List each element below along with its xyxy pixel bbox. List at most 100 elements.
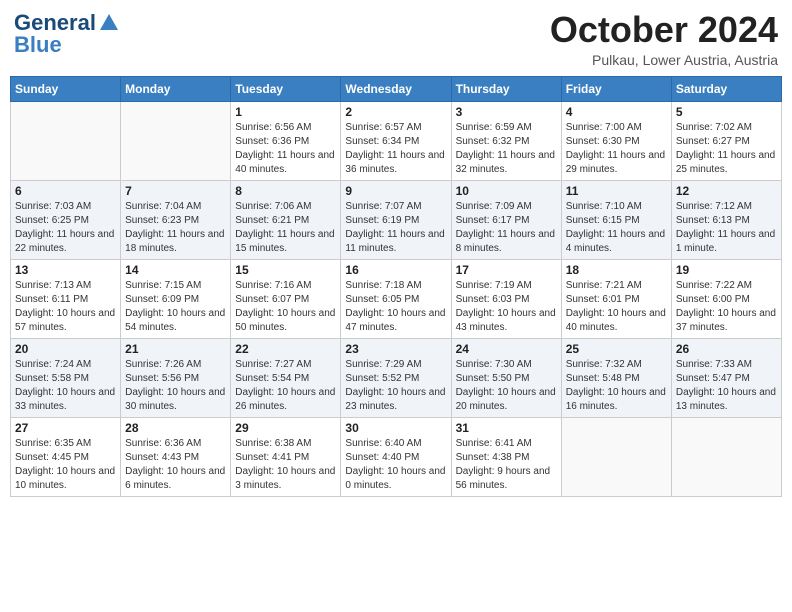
day-info: Sunrise: 6:41 AMSunset: 4:38 PMDaylight:… xyxy=(456,437,557,493)
day-number: 14 xyxy=(125,263,226,277)
day-number: 28 xyxy=(125,421,226,435)
day-info: Sunrise: 7:33 AMSunset: 5:47 PMDaylight:… xyxy=(676,358,777,414)
day-number: 31 xyxy=(456,421,557,435)
calendar-day-cell: 20 Sunrise: 7:24 AMSunset: 5:58 PMDayligh… xyxy=(11,338,121,417)
calendar-day-cell: 23Sunrise: 7:29 AMSunset: 5:52 PMDayligh… xyxy=(341,338,451,417)
calendar-day-cell: 27 Sunrise: 6:35 AMSunset: 4:45 PMDayligh… xyxy=(11,417,121,496)
weekday-header: Tuesday xyxy=(231,76,341,101)
calendar-day-cell: 21Sunrise: 7:26 AMSunset: 5:56 PMDayligh… xyxy=(121,338,231,417)
day-info: Sunrise: 7:15 AMSunset: 6:09 PMDaylight:… xyxy=(125,279,226,335)
day-info: Sunrise: 7:00 AMSunset: 6:30 PMDaylight:… xyxy=(566,121,667,177)
calendar-day-cell: 7 Sunrise: 7:04 AMSunset: 6:23 PMDaylight… xyxy=(121,180,231,259)
day-number: 27 xyxy=(15,421,116,435)
day-info: Sunrise: 7:30 AMSunset: 5:50 PMDaylight:… xyxy=(456,358,557,414)
calendar-day-cell: 31 Sunrise: 6:41 AMSunset: 4:38 PMDayligh… xyxy=(451,417,561,496)
weekday-header: Monday xyxy=(121,76,231,101)
day-info: Sunrise: 7:07 AMSunset: 6:19 PMDaylight:… xyxy=(345,200,446,256)
day-number: 30 xyxy=(345,421,446,435)
day-info: Sunrise: 7:02 AMSunset: 6:27 PMDaylight:… xyxy=(676,121,777,177)
day-info: Sunrise: 7:09 AMSunset: 6:17 PMDaylight:… xyxy=(456,200,557,256)
day-info: Sunrise: 6:35 AMSunset: 4:45 PMDaylight:… xyxy=(15,437,116,493)
day-info: Sunrise: 7:21 AMSunset: 6:01 PMDaylight:… xyxy=(566,279,667,335)
day-info: Sunrise: 6:57 AMSunset: 6:34 PMDaylight:… xyxy=(345,121,446,177)
calendar-week-row: 27 Sunrise: 6:35 AMSunset: 4:45 PMDayligh… xyxy=(11,417,782,496)
calendar-day-cell: 8Sunrise: 7:06 AMSunset: 6:21 PMDaylight… xyxy=(231,180,341,259)
calendar-day-cell: 17Sunrise: 7:19 AMSunset: 6:03 PMDayligh… xyxy=(451,259,561,338)
day-number: 7 xyxy=(125,184,226,198)
calendar-day-cell: 3 Sunrise: 6:59 AMSunset: 6:32 PMDaylight… xyxy=(451,101,561,180)
calendar-week-row: 13 Sunrise: 7:13 AMSunset: 6:11 PMDayligh… xyxy=(11,259,782,338)
day-number: 20 xyxy=(15,342,116,356)
weekday-header: Saturday xyxy=(671,76,781,101)
day-number: 10 xyxy=(456,184,557,198)
day-info: Sunrise: 7:04 AMSunset: 6:23 PMDaylight:… xyxy=(125,200,226,256)
calendar-day-cell: 28 Sunrise: 6:36 AMSunset: 4:43 PMDayligh… xyxy=(121,417,231,496)
day-info: Sunrise: 6:38 AMSunset: 4:41 PMDaylight:… xyxy=(235,437,336,493)
day-info: Sunrise: 6:40 AMSunset: 4:40 PMDaylight:… xyxy=(345,437,446,493)
logo: General Blue xyxy=(14,10,120,58)
day-info: Sunrise: 7:10 AMSunset: 6:15 PMDaylight:… xyxy=(566,200,667,256)
calendar-day-cell xyxy=(121,101,231,180)
calendar-table: SundayMondayTuesdayWednesdayThursdayFrid… xyxy=(10,76,782,497)
calendar-day-cell xyxy=(561,417,671,496)
logo-icon xyxy=(98,12,120,34)
day-info: Sunrise: 6:36 AMSunset: 4:43 PMDaylight:… xyxy=(125,437,226,493)
location-subtitle: Pulkau, Lower Austria, Austria xyxy=(550,52,778,68)
calendar-day-cell: 12 Sunrise: 7:12 AMSunset: 6:13 PMDayligh… xyxy=(671,180,781,259)
day-info: Sunrise: 7:18 AMSunset: 6:05 PMDaylight:… xyxy=(345,279,446,335)
day-info: Sunrise: 6:56 AMSunset: 6:36 PMDaylight:… xyxy=(235,121,336,177)
calendar-day-cell: 13 Sunrise: 7:13 AMSunset: 6:11 PMDayligh… xyxy=(11,259,121,338)
calendar-day-cell: 1Sunrise: 6:56 AMSunset: 6:36 PMDaylight… xyxy=(231,101,341,180)
day-number: 24 xyxy=(456,342,557,356)
day-number: 16 xyxy=(345,263,446,277)
day-info: Sunrise: 7:27 AMSunset: 5:54 PMDaylight:… xyxy=(235,358,336,414)
day-number: 12 xyxy=(676,184,777,198)
day-number: 26 xyxy=(676,342,777,356)
calendar-day-cell xyxy=(671,417,781,496)
weekday-header: Sunday xyxy=(11,76,121,101)
day-info: Sunrise: 7:03 AMSunset: 6:25 PMDaylight:… xyxy=(15,200,116,256)
weekday-header: Wednesday xyxy=(341,76,451,101)
calendar-day-cell: 6Sunrise: 7:03 AMSunset: 6:25 PMDaylight… xyxy=(11,180,121,259)
day-number: 18 xyxy=(566,263,667,277)
day-info: Sunrise: 6:59 AMSunset: 6:32 PMDaylight:… xyxy=(456,121,557,177)
day-number: 11 xyxy=(566,184,667,198)
calendar-day-cell: 15Sunrise: 7:16 AMSunset: 6:07 PMDayligh… xyxy=(231,259,341,338)
calendar-day-cell: 16 Sunrise: 7:18 AMSunset: 6:05 PMDayligh… xyxy=(341,259,451,338)
calendar-day-cell: 9 Sunrise: 7:07 AMSunset: 6:19 PMDaylight… xyxy=(341,180,451,259)
day-number: 25 xyxy=(566,342,667,356)
day-number: 15 xyxy=(235,263,336,277)
day-number: 9 xyxy=(345,184,446,198)
page-header: General Blue October 2024 Pulkau, Lower … xyxy=(10,10,782,68)
day-number: 8 xyxy=(235,184,336,198)
day-number: 22 xyxy=(235,342,336,356)
title-section: October 2024 Pulkau, Lower Austria, Aust… xyxy=(550,10,778,68)
day-info: Sunrise: 7:29 AMSunset: 5:52 PMDaylight:… xyxy=(345,358,446,414)
calendar-week-row: 20 Sunrise: 7:24 AMSunset: 5:58 PMDayligh… xyxy=(11,338,782,417)
day-info: Sunrise: 7:24 AMSunset: 5:58 PMDaylight:… xyxy=(15,358,116,414)
day-number: 19 xyxy=(676,263,777,277)
day-number: 29 xyxy=(235,421,336,435)
calendar-day-cell: 29 Sunrise: 6:38 AMSunset: 4:41 PMDayligh… xyxy=(231,417,341,496)
day-info: Sunrise: 7:12 AMSunset: 6:13 PMDaylight:… xyxy=(676,200,777,256)
calendar-day-cell: 14 Sunrise: 7:15 AMSunset: 6:09 PMDayligh… xyxy=(121,259,231,338)
day-info: Sunrise: 7:13 AMSunset: 6:11 PMDaylight:… xyxy=(15,279,116,335)
calendar-day-cell: 4 Sunrise: 7:00 AMSunset: 6:30 PMDaylight… xyxy=(561,101,671,180)
day-info: Sunrise: 7:32 AMSunset: 5:48 PMDaylight:… xyxy=(566,358,667,414)
calendar-header-row: SundayMondayTuesdayWednesdayThursdayFrid… xyxy=(11,76,782,101)
calendar-day-cell: 10 Sunrise: 7:09 AMSunset: 6:17 PMDayligh… xyxy=(451,180,561,259)
calendar-week-row: 1Sunrise: 6:56 AMSunset: 6:36 PMDaylight… xyxy=(11,101,782,180)
day-number: 13 xyxy=(15,263,116,277)
month-title: October 2024 xyxy=(550,10,778,50)
calendar-day-cell: 19Sunrise: 7:22 AMSunset: 6:00 PMDayligh… xyxy=(671,259,781,338)
day-number: 4 xyxy=(566,105,667,119)
calendar-week-row: 6Sunrise: 7:03 AMSunset: 6:25 PMDaylight… xyxy=(11,180,782,259)
day-info: Sunrise: 7:19 AMSunset: 6:03 PMDaylight:… xyxy=(456,279,557,335)
calendar-day-cell: 24 Sunrise: 7:30 AMSunset: 5:50 PMDayligh… xyxy=(451,338,561,417)
day-number: 3 xyxy=(456,105,557,119)
weekday-header: Friday xyxy=(561,76,671,101)
calendar-day-cell: 30 Sunrise: 6:40 AMSunset: 4:40 PMDayligh… xyxy=(341,417,451,496)
calendar-day-cell: 11 Sunrise: 7:10 AMSunset: 6:15 PMDayligh… xyxy=(561,180,671,259)
weekday-header: Thursday xyxy=(451,76,561,101)
day-number: 2 xyxy=(345,105,446,119)
